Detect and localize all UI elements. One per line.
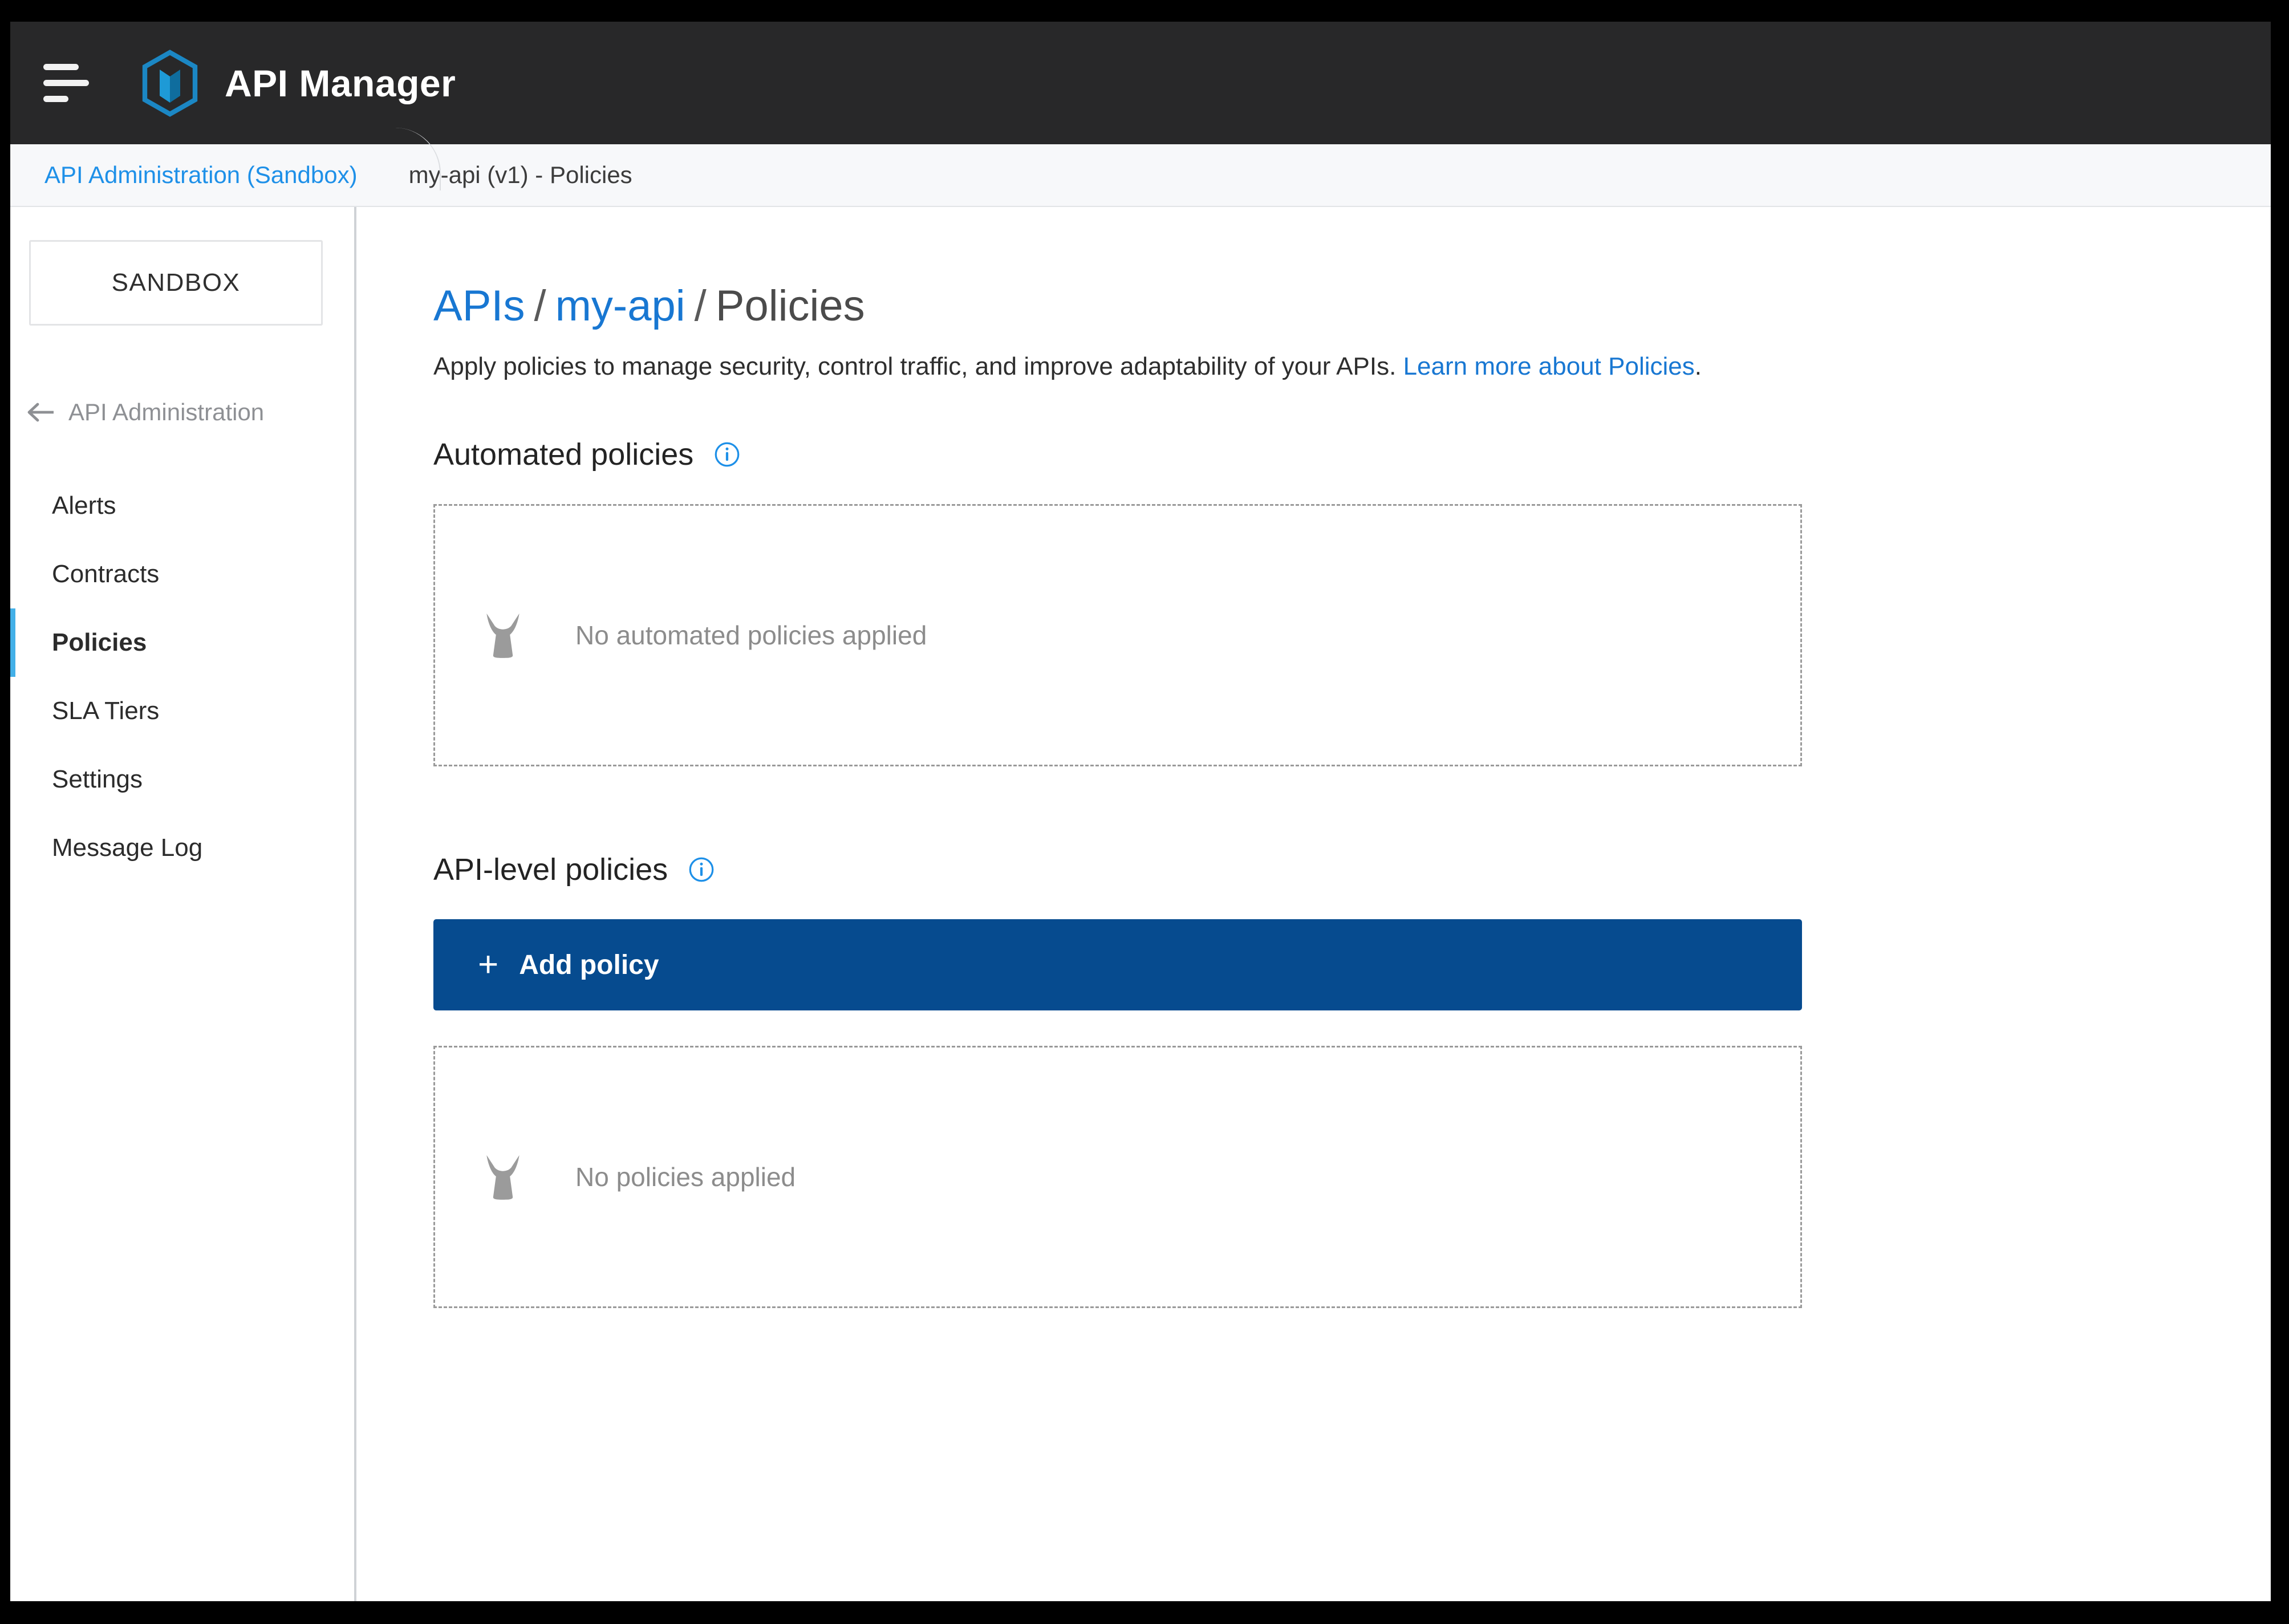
page-title-api-link[interactable]: my-api xyxy=(555,282,685,330)
section-header: API-level policies xyxy=(433,852,2271,887)
app-header: API Manager xyxy=(10,22,2271,144)
sidebar: SANDBOX API Administration Alerts Contra… xyxy=(10,207,356,1601)
arrow-left-icon xyxy=(27,403,54,422)
axway-hexagon-logo-icon xyxy=(142,49,198,117)
app-window: API Manager API Administration (Sandbox)… xyxy=(10,22,2271,1601)
sidebar-item-policies[interactable]: Policies xyxy=(10,608,354,677)
learn-more-link[interactable]: Learn more about Policies xyxy=(1403,352,1695,380)
policy-icon xyxy=(486,1155,520,1200)
info-circle-icon[interactable] xyxy=(714,441,740,468)
back-label: API Administration xyxy=(68,399,265,425)
back-to-api-administration[interactable]: API Administration xyxy=(10,399,354,426)
environment-selector[interactable]: SANDBOX xyxy=(29,240,323,326)
sidebar-item-label: Policies xyxy=(52,628,147,656)
app-title: API Manager xyxy=(225,62,456,104)
hamburger-menu-icon[interactable] xyxy=(43,60,98,106)
info-circle-icon[interactable] xyxy=(688,856,715,883)
page-description: Apply policies to manage security, contr… xyxy=(433,352,2271,381)
sidebar-item-alerts[interactable]: Alerts xyxy=(10,472,354,540)
breadcrumb-item-api-administration[interactable]: API Administration (Sandbox) xyxy=(44,161,358,189)
sidebar-item-contracts[interactable]: Contracts xyxy=(10,540,354,608)
empty-state-text: No automated policies applied xyxy=(575,620,927,650)
policy-icon xyxy=(486,613,520,658)
page-title-apis-link[interactable]: APIs xyxy=(433,282,525,330)
main-content: APIs / my-api / Policies Apply policies to m… xyxy=(356,207,2271,1601)
breadcrumb-item-current: my-api (v1) - Policies xyxy=(408,161,632,188)
section-title: Automated policies xyxy=(433,437,694,472)
section-title: API-level policies xyxy=(433,852,668,887)
automated-policies-empty-state: No automated policies applied xyxy=(433,504,1802,766)
page-title-current: Policies xyxy=(715,282,865,330)
page-title: APIs / my-api / Policies xyxy=(433,281,2271,331)
sidebar-item-message-log[interactable]: Message Log xyxy=(10,814,354,882)
environment-label: SANDBOX xyxy=(111,269,241,297)
sidebar-item-sla-tiers[interactable]: SLA Tiers xyxy=(10,677,354,745)
sidebar-item-label: SLA Tiers xyxy=(52,697,160,725)
page-title-separator: / xyxy=(694,282,707,330)
section-automated-policies: Automated policies No automated policies… xyxy=(433,437,2271,766)
api-level-policies-empty-state: No policies applied xyxy=(433,1046,1802,1308)
section-header: Automated policies xyxy=(433,437,2271,472)
page-description-tail: . xyxy=(1694,352,1702,380)
page-body: SANDBOX API Administration Alerts Contra… xyxy=(10,207,2271,1601)
sidebar-item-label: Settings xyxy=(52,765,143,793)
plus-icon: + xyxy=(478,945,499,984)
page-description-text: Apply policies to manage security, contr… xyxy=(433,352,1403,380)
brand: API Manager xyxy=(140,49,456,117)
sidebar-nav: Alerts Contracts Policies SLA Tiers Sett… xyxy=(10,472,354,882)
sidebar-item-label: Contracts xyxy=(52,560,160,588)
page-title-separator: / xyxy=(534,282,546,330)
sidebar-item-settings[interactable]: Settings xyxy=(10,745,354,814)
sidebar-item-label: Alerts xyxy=(52,492,116,519)
sidebar-item-label: Message Log xyxy=(52,834,203,862)
add-policy-button[interactable]: + Add policy xyxy=(433,919,1802,1010)
breadcrumb: API Administration (Sandbox) my-api (v1)… xyxy=(10,128,2271,207)
empty-state-text: No policies applied xyxy=(575,1162,796,1192)
add-policy-button-label: Add policy xyxy=(519,949,659,980)
breadcrumb-separator-icon xyxy=(358,128,441,206)
section-api-level-policies: API-level policies + Add policy No polic… xyxy=(433,852,2271,1308)
